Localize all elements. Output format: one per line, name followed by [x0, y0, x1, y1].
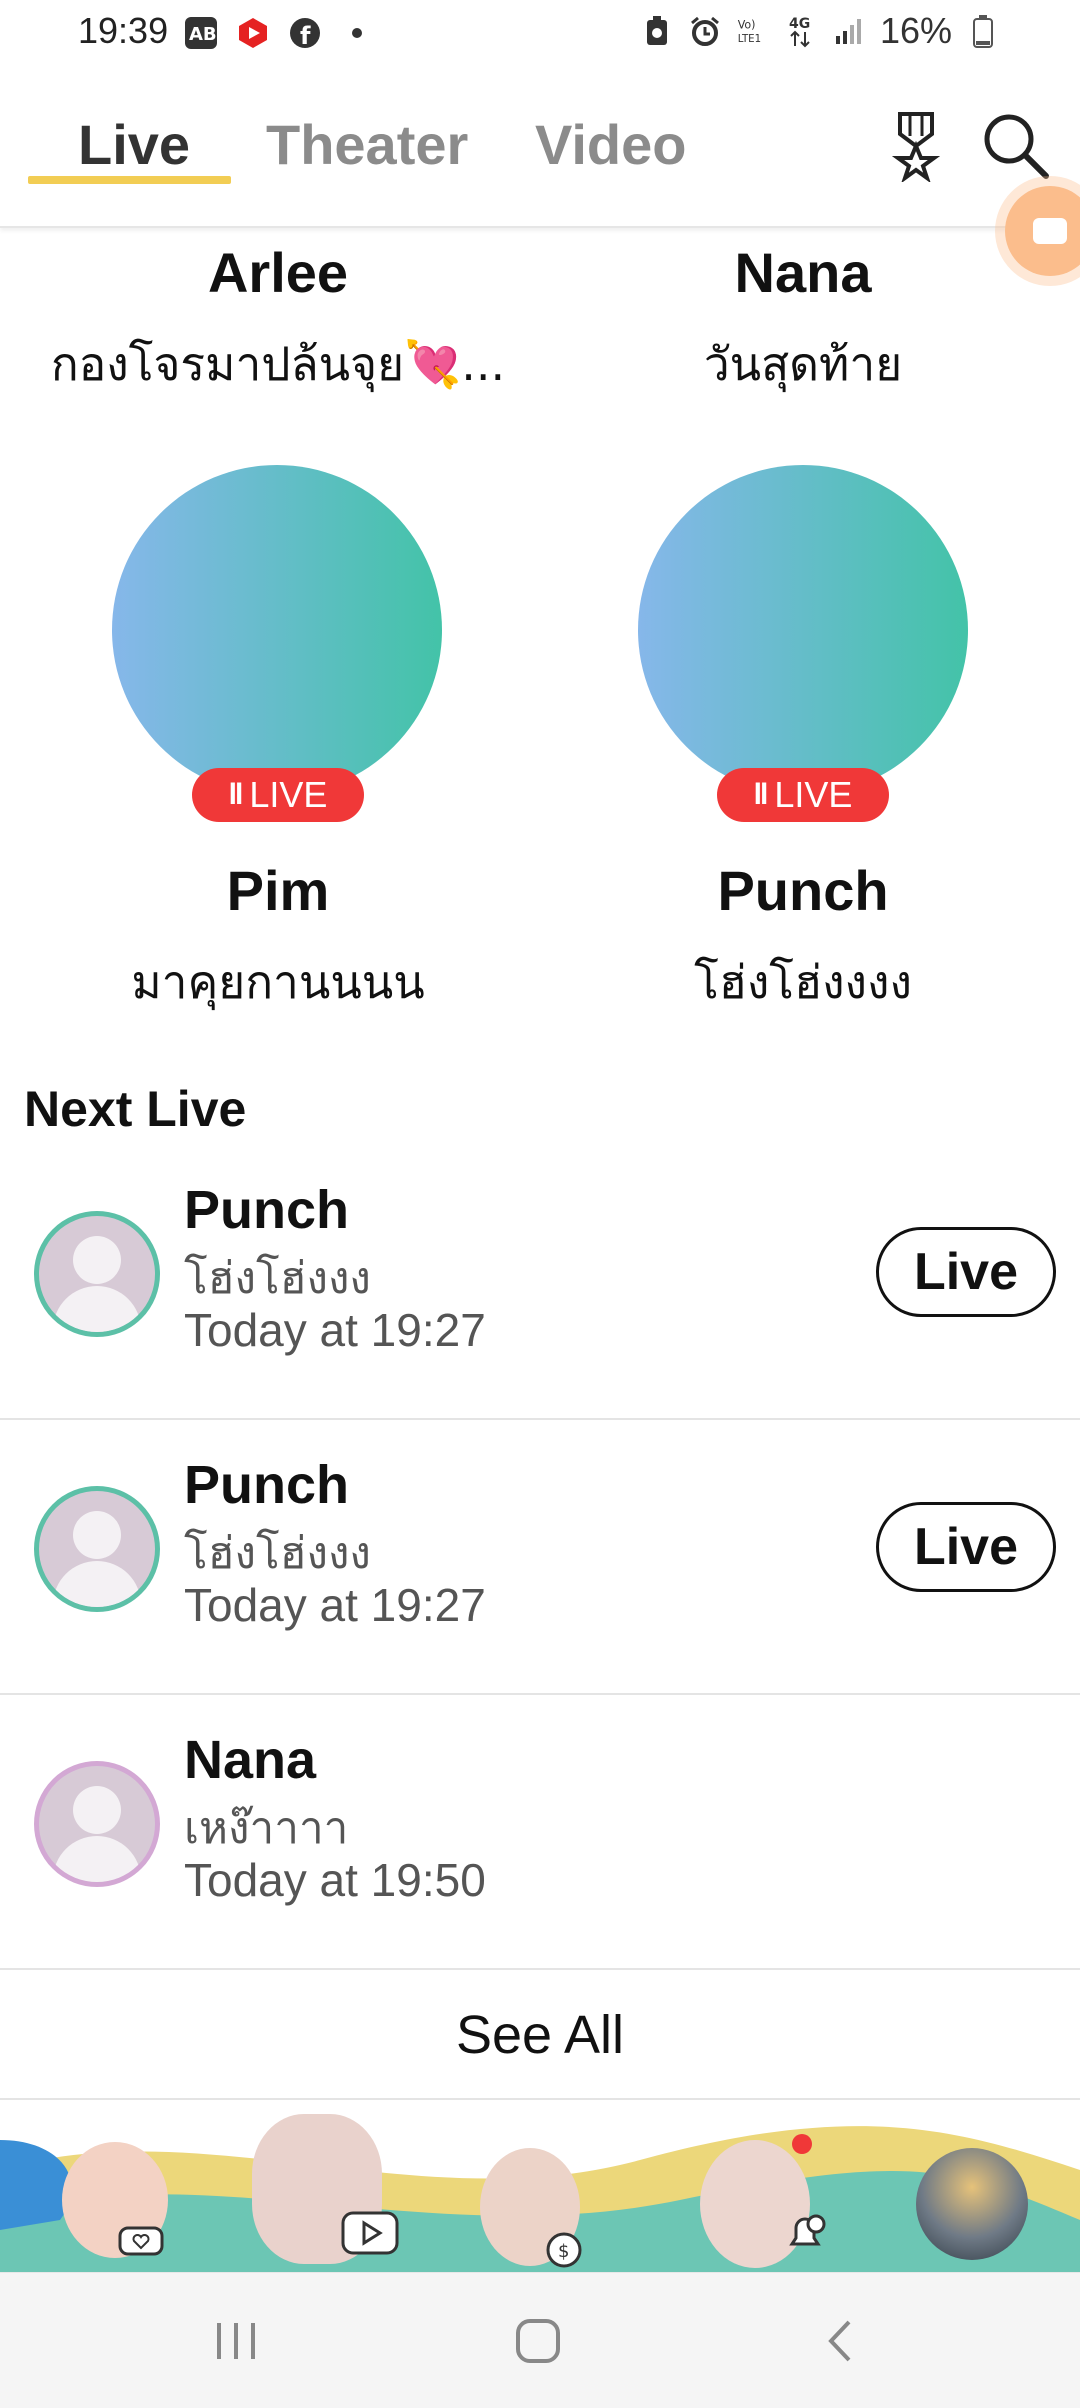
recent-apps-icon[interactable]: [206, 2311, 266, 2371]
volte-icon: Vo) LTE1: [736, 14, 770, 48]
ranking-medal-icon[interactable]: [890, 110, 942, 184]
row-time: Today at 19:27: [184, 1579, 486, 1631]
facebook-icon: f: [286, 14, 324, 52]
card-subtitle-nana: วันสุดท้าย: [703, 337, 903, 391]
tab-header: Live Theater Video: [0, 66, 1080, 228]
heart-chat-icon: [118, 2226, 164, 2267]
live-card-subtitle-pim: มาคุยกานนนน: [131, 955, 425, 1009]
notification-dot: [790, 2132, 814, 2161]
ab-app-icon: AB: [182, 14, 220, 52]
next-live-row[interactable]: Punch โฮ่งโฮ่งงง Today at 19:27 Live: [0, 1420, 1080, 1695]
signal-icon: [832, 14, 866, 48]
live-avatar-pim[interactable]: [112, 465, 442, 795]
row-name: Punch: [184, 1180, 350, 1240]
status-right-icons: Vo) LTE1 4G 16%: [640, 10, 1000, 52]
live-card-name-pim[interactable]: Pim: [18, 858, 538, 923]
avatar: [34, 1761, 160, 1887]
play-video-icon: [340, 2210, 400, 2265]
alarm-icon: [688, 14, 722, 48]
youtube-icon: [234, 14, 272, 52]
svg-text:4G: 4G: [789, 16, 810, 32]
live-button[interactable]: Live: [876, 1502, 1056, 1592]
live-badge-label: LIVE: [249, 774, 328, 815]
character-avatar: [916, 2148, 1028, 2260]
card-subtitle-arlee: กองโจรมาปล้นจุย💘...: [50, 337, 506, 391]
search-icon[interactable]: [980, 110, 1050, 180]
svg-text:f: f: [300, 22, 311, 50]
coin-icon: $: [544, 2230, 584, 2272]
tab-video[interactable]: Video: [535, 112, 686, 177]
live-badge: ll LIVE: [192, 768, 364, 822]
svg-text:AB: AB: [189, 24, 217, 45]
card-name-nana[interactable]: Nana: [543, 240, 1063, 305]
home-icon[interactable]: [508, 2311, 568, 2371]
notification-bell-icon: [780, 2208, 830, 2263]
live-badge-icon: ll: [753, 778, 769, 811]
system-nav-bar: [0, 2272, 1080, 2408]
back-icon[interactable]: [810, 2311, 870, 2371]
card-name-arlee[interactable]: Arlee: [18, 240, 538, 305]
battery-icon: [966, 14, 1000, 48]
promo-banner[interactable]: $: [0, 2100, 1080, 2272]
live-avatar-punch[interactable]: [638, 465, 968, 795]
row-name: Punch: [184, 1455, 350, 1515]
battery-saver-icon: [640, 14, 674, 48]
row-time: Today at 19:27: [184, 1304, 486, 1356]
live-badge: ll LIVE: [717, 768, 889, 822]
status-left-icons: AB f: [182, 14, 376, 52]
next-live-row[interactable]: Nana เหง๊าาาา Today at 19:50: [0, 1695, 1080, 1970]
live-card-name-punch[interactable]: Punch: [543, 858, 1063, 923]
battery-percentage: 16%: [879, 10, 952, 51]
avatar: [34, 1211, 160, 1337]
tab-theater[interactable]: Theater: [266, 112, 468, 177]
avatar: [34, 1486, 160, 1612]
status-bar: 19:39 AB f Vo) LTE1 4G 16%: [0, 0, 1080, 66]
svg-text:$: $: [558, 2241, 569, 2262]
live-badge-label: LIVE: [774, 774, 853, 815]
active-tab-indicator: [28, 176, 231, 184]
svg-text:Vo): Vo): [738, 18, 756, 31]
next-live-title: Next Live: [24, 1081, 247, 1137]
4g-icon: 4G: [784, 14, 818, 48]
row-name: Nana: [184, 1730, 317, 1790]
next-live-row[interactable]: Punch โฮ่งโฮ่งงง Today at 19:27 Live: [0, 1145, 1080, 1420]
live-card-subtitle-punch: โฮ่งโฮ่งงงง: [694, 955, 912, 1009]
see-all-button[interactable]: See All: [0, 1972, 1080, 2100]
tab-live[interactable]: Live: [78, 112, 190, 177]
dot-icon: [338, 14, 376, 52]
live-button[interactable]: Live: [876, 1227, 1056, 1317]
live-badge-icon: ll: [228, 778, 244, 811]
row-time: Today at 19:50: [184, 1854, 486, 1906]
svg-text:LTE1: LTE1: [738, 34, 761, 45]
status-time: 19:39: [78, 10, 169, 51]
